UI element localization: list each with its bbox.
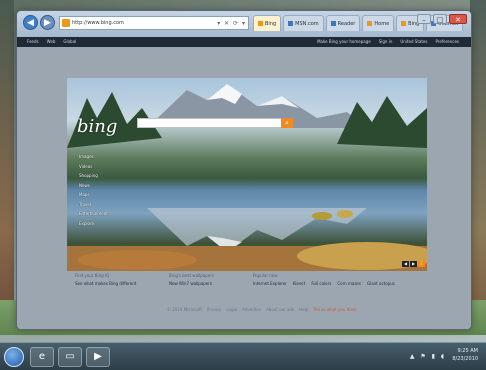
nav-videos[interactable]: Videos bbox=[79, 164, 108, 169]
tab-label: Reader bbox=[337, 21, 356, 27]
page-footer: © 2010 Microsoft Privacy Legal Advertise… bbox=[167, 307, 357, 312]
bing-nav: Images Videos Shopping News Maps Travel … bbox=[79, 154, 108, 230]
clock-date: 8/23/2010 bbox=[452, 356, 478, 362]
desktop-background-left bbox=[0, 0, 14, 330]
tab-label: MSN.com bbox=[295, 21, 319, 27]
nav-explore[interactable]: Explore bbox=[79, 221, 108, 226]
bing-favicon-icon bbox=[401, 21, 407, 26]
window-controls: – □ ✕ bbox=[417, 14, 467, 24]
nav-shopping[interactable]: Shopping bbox=[79, 173, 108, 178]
bing-favicon-icon bbox=[258, 21, 263, 26]
command-bar-right: Make Bing your homepage Sign in United S… bbox=[317, 37, 459, 47]
footer-help-link[interactable]: Help bbox=[299, 307, 308, 312]
page-content: bing ⌕ Images Videos Shopping News Maps … bbox=[17, 47, 471, 329]
promo-heading: Find your Bing IQ bbox=[75, 273, 110, 278]
promo-popular-now: Popular now Internet Explorer Kinect Ful… bbox=[253, 273, 395, 286]
close-button[interactable]: ✕ bbox=[449, 14, 467, 24]
clock-time: 9:25 AM bbox=[457, 348, 478, 354]
nav-news[interactable]: News bbox=[79, 183, 108, 188]
back-button[interactable]: ◀ bbox=[23, 15, 38, 30]
site-favicon-icon bbox=[62, 19, 70, 27]
promo-heading: Popular now bbox=[253, 273, 278, 278]
popular-list: Internet Explorer Kinect Full colors Cor… bbox=[253, 281, 395, 286]
browser-titlebar: ◀ ▶ http://www.bing.com ▾ ✕ ⟳ ▾ Bing MSN… bbox=[17, 11, 471, 37]
internet-explorer-icon[interactable]: e bbox=[30, 347, 54, 367]
popular-item[interactable]: Internet Explorer bbox=[253, 281, 287, 286]
command-bar-left: Feeds Web Global bbox=[27, 37, 76, 47]
forward-button[interactable]: ▶ bbox=[40, 15, 55, 30]
tab-label: Bing bbox=[265, 21, 277, 27]
popular-item[interactable]: Kinect bbox=[293, 281, 306, 286]
minimize-button[interactable]: – bbox=[417, 14, 431, 24]
feedback-link[interactable]: Tell us what you think bbox=[313, 307, 356, 312]
info-icon[interactable]: i bbox=[418, 261, 425, 267]
maximize-button[interactable]: □ bbox=[433, 14, 447, 24]
address-bar[interactable]: http://www.bing.com ▾ ✕ ⟳ ▾ bbox=[59, 16, 249, 30]
tab-msn[interactable]: MSN.com bbox=[283, 15, 324, 31]
browser-window: ◀ ▶ http://www.bing.com ▾ ✕ ⟳ ▾ Bing MSN… bbox=[16, 10, 472, 330]
promo-heading: Bing's best wallpapers bbox=[169, 273, 214, 278]
address-url: http://www.bing.com bbox=[72, 20, 124, 26]
clock[interactable]: 9:25 AM 8/23/2010 bbox=[452, 347, 478, 363]
folder-icon[interactable]: ▭ bbox=[58, 347, 82, 367]
cmd-feeds-link[interactable]: Feeds bbox=[27, 37, 39, 47]
search-input[interactable] bbox=[137, 118, 283, 128]
address-tools[interactable]: ▾ ✕ ⟳ ▾ bbox=[217, 18, 246, 30]
promo-link[interactable]: New Win7 wallpapers bbox=[169, 281, 214, 286]
popular-item[interactable]: Full colors bbox=[311, 281, 331, 286]
make-homepage-link[interactable]: Make Bing your homepage bbox=[317, 37, 371, 47]
command-bar: Feeds Web Global Make Bing your homepage… bbox=[17, 37, 471, 47]
media-player-icon[interactable]: ▶ bbox=[86, 347, 110, 367]
nav-maps[interactable]: Maps bbox=[79, 192, 108, 197]
home-favicon-icon bbox=[367, 21, 373, 26]
tab-reader[interactable]: Reader bbox=[325, 15, 361, 31]
tab-home[interactable]: Home bbox=[362, 15, 395, 31]
promo-wallpapers: Bing's best wallpapers New Win7 wallpape… bbox=[169, 273, 214, 286]
promo-strip: Find your Bing IQ See what makes Bing di… bbox=[69, 273, 429, 299]
popular-item[interactable]: Corn mazes bbox=[337, 281, 361, 286]
image-controls: ◀ ▶ i bbox=[402, 261, 425, 267]
cmd-web-link[interactable]: Web bbox=[47, 37, 56, 47]
footer-about-ads-link[interactable]: About our ads bbox=[266, 307, 294, 312]
cmd-global-link[interactable]: Global bbox=[63, 37, 76, 47]
footer-legal-link[interactable]: Legal bbox=[226, 307, 237, 312]
system-tray-icons[interactable]: ▲ ⚑ ▮ ◖ bbox=[410, 353, 446, 360]
taskbar: e ▭ ▶ ▲ ⚑ ▮ ◖ 9:25 AM 8/23/2010 bbox=[0, 342, 486, 370]
msn-favicon-icon bbox=[288, 21, 294, 26]
popular-item[interactable]: Giant octopus bbox=[367, 281, 395, 286]
region-link[interactable]: United States bbox=[400, 37, 427, 47]
nav-travel[interactable]: Travel bbox=[79, 202, 108, 207]
reader-favicon-icon bbox=[330, 21, 336, 26]
search-icon[interactable]: ⌕ bbox=[281, 118, 293, 128]
tab-bing-active[interactable]: Bing bbox=[253, 15, 282, 31]
mountain-lake-scenery bbox=[67, 84, 427, 271]
bing-hero-image: bing ⌕ Images Videos Shopping News Maps … bbox=[67, 78, 427, 271]
footer-privacy-link[interactable]: Privacy bbox=[207, 307, 221, 312]
next-image-icon[interactable]: ▶ bbox=[410, 261, 417, 267]
nav-images[interactable]: Images bbox=[79, 154, 108, 159]
previous-image-icon[interactable]: ◀ bbox=[402, 261, 409, 267]
copyright: © 2010 Microsoft bbox=[167, 307, 202, 312]
desktop-background-right bbox=[470, 0, 486, 330]
tab-label: Home bbox=[374, 21, 390, 27]
start-button[interactable] bbox=[4, 347, 24, 367]
promo-link[interactable]: See what makes Bing different bbox=[75, 281, 136, 286]
promo-bing-iq: Find your Bing IQ See what makes Bing di… bbox=[75, 273, 136, 286]
nav-entertainment[interactable]: Entertainment bbox=[79, 211, 108, 216]
bing-logo[interactable]: bing bbox=[77, 116, 117, 137]
sign-in-link[interactable]: Sign in bbox=[379, 37, 393, 47]
footer-advertise-link[interactable]: Advertise bbox=[242, 307, 261, 312]
preferences-link[interactable]: Preferences bbox=[435, 37, 459, 47]
